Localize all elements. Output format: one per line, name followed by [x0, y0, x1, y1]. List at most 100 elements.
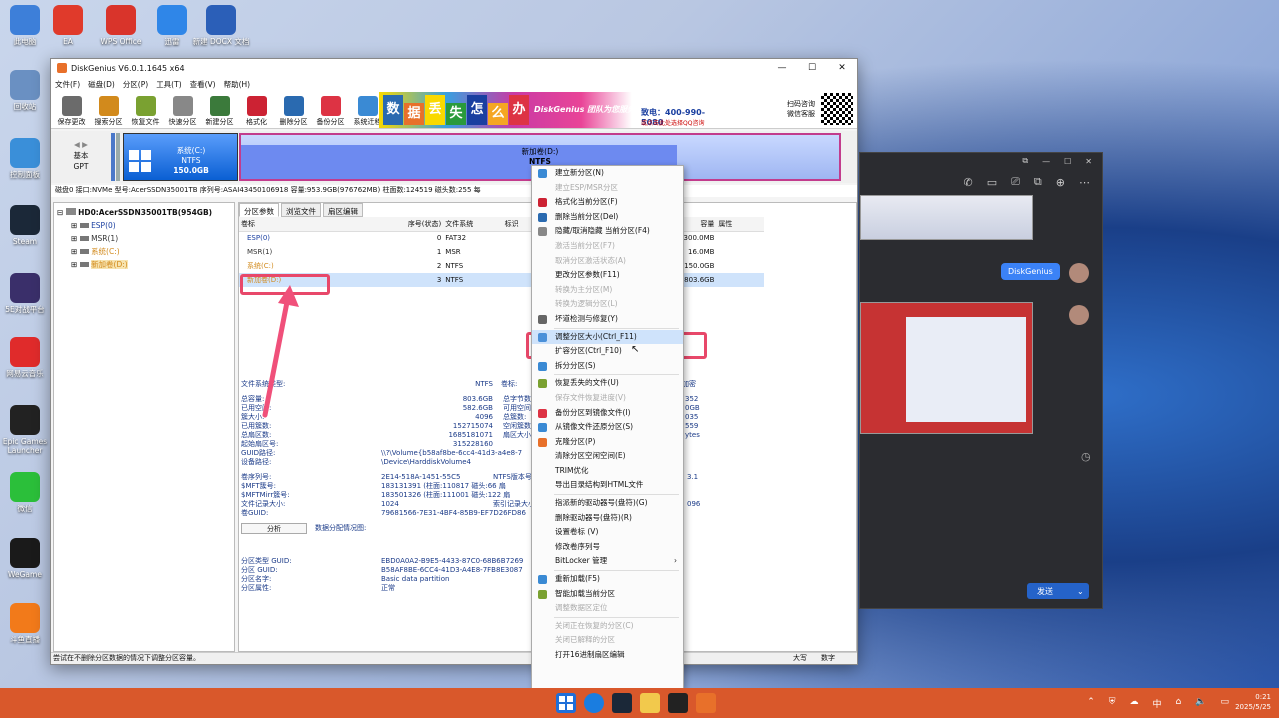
menu-item[interactable]: 磁盘(D) [88, 79, 115, 90]
context-menu-item[interactable]: 关闭已解释的分区 [532, 633, 683, 648]
menu-item[interactable]: 文件(F) [55, 79, 80, 90]
ad-banner[interactable]: 数据丢失怎么办 DiskGenius 团队为您服务 致电：400-990-508… [379, 92, 716, 128]
context-menu-item[interactable]: BitLocker 管理 › [532, 554, 683, 569]
analyze-button[interactable]: 分析 [241, 523, 307, 534]
qq-icon[interactable] [668, 693, 688, 713]
video-icon[interactable]: ▭ [987, 176, 997, 189]
desktop-icon-11[interactable]: 微信 [0, 472, 57, 513]
screen-share-icon[interactable]: ⎚ [1011, 175, 1020, 189]
context-menu-item[interactable]: 更改分区参数(F11) [532, 268, 683, 283]
qr-code-icon[interactable] [819, 91, 855, 127]
context-menu-item[interactable]: 调整数据区定位 [532, 601, 683, 616]
send-button[interactable]: 发送 ⌄ [1027, 583, 1089, 599]
table-header[interactable]: 属性 [716, 217, 764, 232]
tab-2[interactable]: 扇区编辑 [323, 203, 363, 217]
toolbar-button[interactable]: 保存更改 [53, 96, 90, 126]
context-menu-item[interactable]: 取消分区激活状态(A) [532, 254, 683, 269]
ime-indicator[interactable]: 中 [1153, 697, 1162, 710]
context-menu-item[interactable]: 智能加载当前分区 [532, 587, 683, 602]
context-menu-item[interactable]: 扩容分区(Ctrl_F10) [532, 344, 683, 359]
context-menu-item[interactable]: 导出目录结构到HTML文件 [532, 478, 683, 493]
desktop-icon-5[interactable]: 回收站 [0, 70, 57, 111]
table-header[interactable]: 文件系统 [443, 217, 503, 232]
tree-item[interactable]: ⊞ 系统(C:) [57, 245, 231, 258]
tab-1[interactable]: 浏览文件 [281, 203, 321, 217]
avatar[interactable] [1069, 305, 1089, 325]
context-menu-item[interactable]: 从镜像文件还原分区(S) [532, 420, 683, 435]
chat-titlebar[interactable]: ⧉ — ☐ ✕ [860, 153, 1102, 169]
table-row[interactable]: 系统(C:)2NTFS40150.0GB [239, 259, 764, 273]
menu-item[interactable]: 帮助(H) [224, 79, 251, 90]
edge-icon[interactable] [584, 693, 604, 713]
context-menu-item[interactable]: 关闭正在恢复的分区(C) [532, 619, 683, 634]
desktop-icon-13[interactable]: 斗鱼直播 [0, 603, 57, 644]
menu-item[interactable]: 工具(T) [156, 79, 181, 90]
tree-item[interactable]: ⊞ ESP(0) [57, 219, 231, 232]
menu-item[interactable]: 分区(P) [123, 79, 148, 90]
table-header[interactable]: 序号(状态) [383, 217, 444, 232]
chat-image-1[interactable] [860, 195, 1033, 240]
table-header[interactable]: 卷标 [239, 217, 384, 232]
volume-icon[interactable]: 🔈 [1195, 697, 1206, 710]
context-menu-item[interactable]: 设置卷标 (V) [532, 525, 683, 540]
file-explorer-icon[interactable] [640, 693, 660, 713]
context-menu-item[interactable]: 转换为逻辑分区(L) [532, 297, 683, 312]
minimize-button[interactable]: — [767, 59, 797, 77]
table-row[interactable]: MSR(1)1MSR3816.0MB [239, 245, 764, 259]
toolbar-button[interactable]: 恢复文件 [127, 96, 164, 126]
desktop-icon-4[interactable]: 新建 DOCX 文档 [189, 5, 253, 46]
banner-qq-link[interactable]: 或点击此处选择QQ咨询 [641, 118, 704, 127]
partition-c-segment[interactable]: 系统(C:) NTFS 150.0GB [123, 133, 238, 181]
context-menu-item[interactable]: 清除分区空闲空间(E) [532, 449, 683, 464]
add-icon[interactable]: ⊕ [1056, 176, 1065, 189]
context-menu-item[interactable]: 调整分区大小(Ctrl_F11) [532, 329, 683, 345]
desktop-icon-7[interactable]: Steam [0, 205, 57, 246]
steam-icon[interactable] [612, 693, 632, 713]
toolbar-button[interactable]: 删除分区 [275, 96, 312, 126]
context-menu-item[interactable]: 保存文件恢复进度(V) [532, 391, 683, 406]
desktop-icon-10[interactable]: Epic Games Launcher [0, 405, 57, 455]
maximize-button[interactable]: ☐ [797, 59, 827, 77]
context-menu-item[interactable]: 重新加载(F5) [532, 572, 683, 587]
context-menu-item[interactable]: 删除当前分区(Del) [532, 210, 683, 225]
context-menu-item[interactable]: 指派新的驱动器号(盘符)(G) [532, 496, 683, 511]
context-menu-item[interactable]: 克隆分区(P) [532, 435, 683, 450]
tray-chevron-icon[interactable]: ⌃ [1087, 697, 1095, 710]
context-menu-item[interactable]: 隐藏/取消隐藏 当前分区(F4) [532, 224, 683, 239]
context-menu-item[interactable]: 修改卷序列号 [532, 540, 683, 555]
toolbar-button[interactable]: 备份分区 [312, 96, 349, 126]
cloud-icon[interactable]: ☁ [1130, 697, 1139, 710]
close-button[interactable]: ✕ [827, 59, 857, 77]
start-button[interactable] [556, 693, 576, 713]
context-menu-item[interactable]: 格式化当前分区(F) [532, 195, 683, 210]
menu-item[interactable]: 查看(V) [190, 79, 216, 90]
context-menu-item[interactable]: 建立新分区(N) [532, 166, 683, 181]
context-menu-item[interactable]: TRIM优化 [532, 464, 683, 479]
context-menu-item[interactable]: 恢复丢失的文件(U) [532, 376, 683, 391]
title-bar[interactable]: DiskGenius V6.0.1.1645 x64 — ☐ ✕ [51, 59, 857, 77]
table-row[interactable]: ESP(0)0FAT320300.0MB [239, 231, 764, 245]
toolbar-button[interactable]: 快速分区 [164, 96, 201, 126]
context-menu-item[interactable]: 删除驱动器号(盘符)(R) [532, 511, 683, 526]
esp-segment[interactable] [111, 133, 115, 181]
remote-icon[interactable]: ⧉ [1034, 175, 1042, 189]
context-menu-item[interactable]: 备份分区到镜像文件(I) [532, 406, 683, 421]
toolbar-button[interactable]: 新建分区 [201, 96, 238, 126]
more-icon[interactable]: ⋯ [1079, 176, 1090, 189]
desktop-icon-6[interactable]: 控制面板 [0, 138, 57, 179]
battery-icon[interactable]: ▭ [1220, 697, 1229, 710]
tab-0[interactable]: 分区参数 [239, 203, 279, 217]
tree-item[interactable]: ⊞ MSR(1) [57, 232, 231, 245]
network-icon[interactable]: ⌂ [1176, 697, 1182, 710]
shield-icon[interactable]: ⛨ [1109, 697, 1116, 710]
desktop-icon-12[interactable]: WeGame [0, 538, 57, 579]
avatar[interactable] [1069, 263, 1089, 283]
desktop-icon-8[interactable]: 5E对战平台 [0, 273, 57, 314]
context-menu-item[interactable]: 坏道检测与修复(Y) [532, 312, 683, 327]
chat-image-2[interactable] [860, 302, 1033, 434]
clock-icon[interactable]: ◷ [1081, 450, 1091, 463]
diskgenius-taskbar-icon[interactable] [696, 693, 716, 713]
toolbar-button[interactable]: 格式化 [238, 96, 275, 126]
clock[interactable]: 0:21 2025/5/25 [1235, 692, 1271, 712]
context-menu-item[interactable]: 转换为主分区(M) [532, 283, 683, 298]
